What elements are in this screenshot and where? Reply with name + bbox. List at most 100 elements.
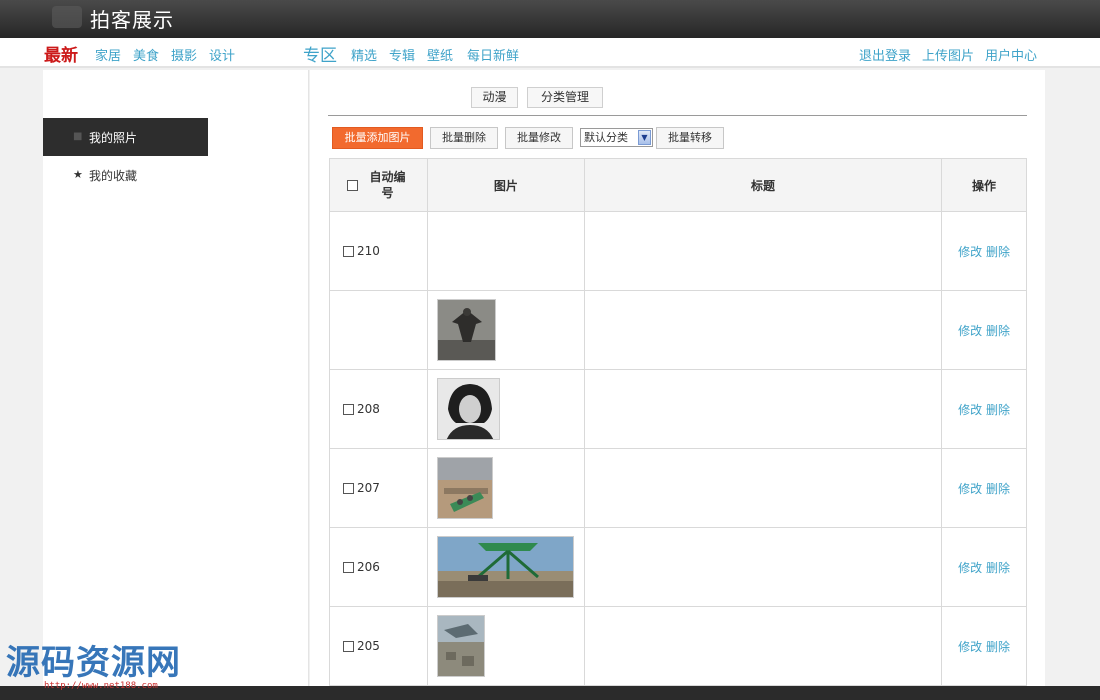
row-id-cell <box>329 290 428 370</box>
nav-link-photography[interactable]: 摄影 <box>171 45 197 64</box>
batch-delete-button[interactable]: 批量删除 <box>430 127 498 149</box>
row-checkbox[interactable] <box>343 246 354 257</box>
category-select[interactable]: 默认分类 ▼ <box>580 128 653 147</box>
row-id: 205 <box>357 639 380 653</box>
chevron-down-icon[interactable]: ▼ <box>638 130 651 145</box>
category-select-value: 默认分类 <box>584 131 628 144</box>
column-header-id-label: 自动编号 <box>369 170 406 200</box>
nav-link-home[interactable]: 家居 <box>95 45 121 64</box>
edit-link[interactable]: 修改 <box>958 245 982 259</box>
row-image-cell <box>426 527 585 607</box>
square-bullet-icon: ■ <box>73 131 83 142</box>
watermark-text: 源码资源网 <box>6 643 181 683</box>
row-id-cell: 208 <box>329 369 428 449</box>
row-id-cell: 205 <box>329 606 428 686</box>
portrait-photo-thumbnail[interactable] <box>436 378 500 440</box>
user-center-link[interactable]: 用户中心 <box>985 45 1037 64</box>
sky-swing-photo-thumbnail[interactable] <box>436 536 574 598</box>
row-id-cell: 206 <box>329 527 428 607</box>
row-checkbox[interactable] <box>343 404 354 415</box>
nav-latest-heading[interactable]: 最新 <box>44 41 78 66</box>
sidebar-item-label: 我的照片 <box>89 131 138 145</box>
column-header-actions: 操作 <box>941 158 1027 212</box>
table-header-row: 自动编号 图片 标题 操作 <box>329 158 1027 212</box>
sidebar-item-my-favorites[interactable]: ★ 我的收藏 <box>43 156 208 194</box>
row-id: 207 <box>357 481 380 495</box>
table-row: 207 修改 删除 <box>329 448 1027 528</box>
site-title: 拍客展示 <box>90 8 174 32</box>
row-actions-cell: 修改 删除 <box>941 527 1027 607</box>
row-image-cell <box>426 448 585 528</box>
row-title-cell <box>583 211 943 291</box>
watermark-url: http://www.net188.com <box>44 681 158 691</box>
column-header-title: 标题 <box>583 158 943 212</box>
row-id: 208 <box>357 402 380 416</box>
category-tab-manage[interactable]: 分类管理 <box>527 87 603 108</box>
tower-ride-photo-thumbnail[interactable] <box>436 457 493 519</box>
edit-link[interactable]: 修改 <box>958 640 982 654</box>
table-row: 206 修改 删除 <box>329 527 1027 607</box>
photo-table: 自动编号 图片 标题 操作 210 修改 删除 修改 删除 208 修改 删除 … <box>329 158 1027 686</box>
delete-link[interactable]: 删除 <box>986 640 1010 654</box>
column-header-image: 图片 <box>426 158 585 212</box>
row-id: 206 <box>357 560 380 574</box>
table-row: 205 修改 删除 <box>329 606 1027 686</box>
aerial-city-photo-thumbnail[interactable] <box>436 615 485 677</box>
row-title-cell <box>583 290 943 370</box>
batch-move-button[interactable]: 批量转移 <box>656 127 724 149</box>
delete-link[interactable]: 删除 <box>986 403 1010 417</box>
top-header-bar: 拍客展示 <box>0 0 1100 38</box>
row-title-cell <box>583 527 943 607</box>
row-checkbox[interactable] <box>343 641 354 652</box>
edit-link[interactable]: 修改 <box>958 403 982 417</box>
category-tab-anime[interactable]: 动漫 <box>471 87 518 108</box>
nav-link-design[interactable]: 设计 <box>209 45 235 64</box>
row-image-cell <box>426 369 585 449</box>
delete-link[interactable]: 删除 <box>986 245 1010 259</box>
row-image-cell <box>426 211 585 291</box>
table-row: 210 修改 删除 <box>329 211 1027 291</box>
table-row: 208 修改 删除 <box>329 369 1027 449</box>
row-checkbox[interactable] <box>343 562 354 573</box>
row-actions-cell: 修改 删除 <box>941 290 1027 370</box>
nav-link-food[interactable]: 美食 <box>133 45 159 64</box>
row-id-cell: 210 <box>329 211 428 291</box>
nav-link-albums[interactable]: 专辑 <box>389 45 415 64</box>
edit-link[interactable]: 修改 <box>958 324 982 338</box>
row-id: 210 <box>357 244 380 258</box>
delete-link[interactable]: 删除 <box>986 482 1010 496</box>
eagle-photo-thumbnail[interactable] <box>436 299 496 361</box>
batch-add-images-button[interactable]: 批量添加图片 <box>332 127 423 149</box>
upload-image-link[interactable]: 上传图片 <box>922 45 974 64</box>
logout-link[interactable]: 退出登录 <box>859 45 911 64</box>
row-image-cell <box>426 606 585 686</box>
row-actions-cell: 修改 删除 <box>941 448 1027 528</box>
select-all-checkbox[interactable] <box>347 179 359 191</box>
edit-link[interactable]: 修改 <box>958 561 982 575</box>
edit-link[interactable]: 修改 <box>958 482 982 496</box>
row-title-cell <box>583 448 943 528</box>
row-title-cell <box>583 606 943 686</box>
sidebar-item-my-photos[interactable]: ■ 我的照片 <box>43 118 208 156</box>
row-id-cell: 207 <box>329 448 428 528</box>
sidebar-item-label: 我的收藏 <box>89 169 138 183</box>
sidebar: ■ 我的照片 ★ 我的收藏 <box>43 70 309 686</box>
row-actions-cell: 修改 删除 <box>941 211 1027 291</box>
row-checkbox[interactable] <box>343 483 354 494</box>
footer-bar <box>0 686 1100 700</box>
row-image-cell <box>426 290 585 370</box>
nav-link-daily-fresh[interactable]: 每日新鲜 <box>467 45 519 64</box>
row-actions-cell: 修改 删除 <box>941 369 1027 449</box>
nav-link-selected[interactable]: 精选 <box>351 45 377 64</box>
nav-zone-heading[interactable]: 专区 <box>303 41 337 66</box>
main-content: 动漫 分类管理 批量添加图片 批量删除 批量修改 默认分类 ▼ 批量转移 自动编… <box>310 70 1045 686</box>
site-logo-icon <box>52 6 82 28</box>
nav-link-wallpaper[interactable]: 壁纸 <box>427 45 453 64</box>
batch-edit-button[interactable]: 批量修改 <box>505 127 573 149</box>
row-title-cell <box>583 369 943 449</box>
table-row: 修改 删除 <box>329 290 1027 370</box>
star-icon: ★ <box>73 168 83 181</box>
delete-link[interactable]: 删除 <box>986 561 1010 575</box>
delete-link[interactable]: 删除 <box>986 324 1010 338</box>
main-nav-bar: 最新 家居 美食 摄影 设计 专区 精选 专辑 壁纸 每日新鲜 退出登录 上传图… <box>0 38 1100 68</box>
